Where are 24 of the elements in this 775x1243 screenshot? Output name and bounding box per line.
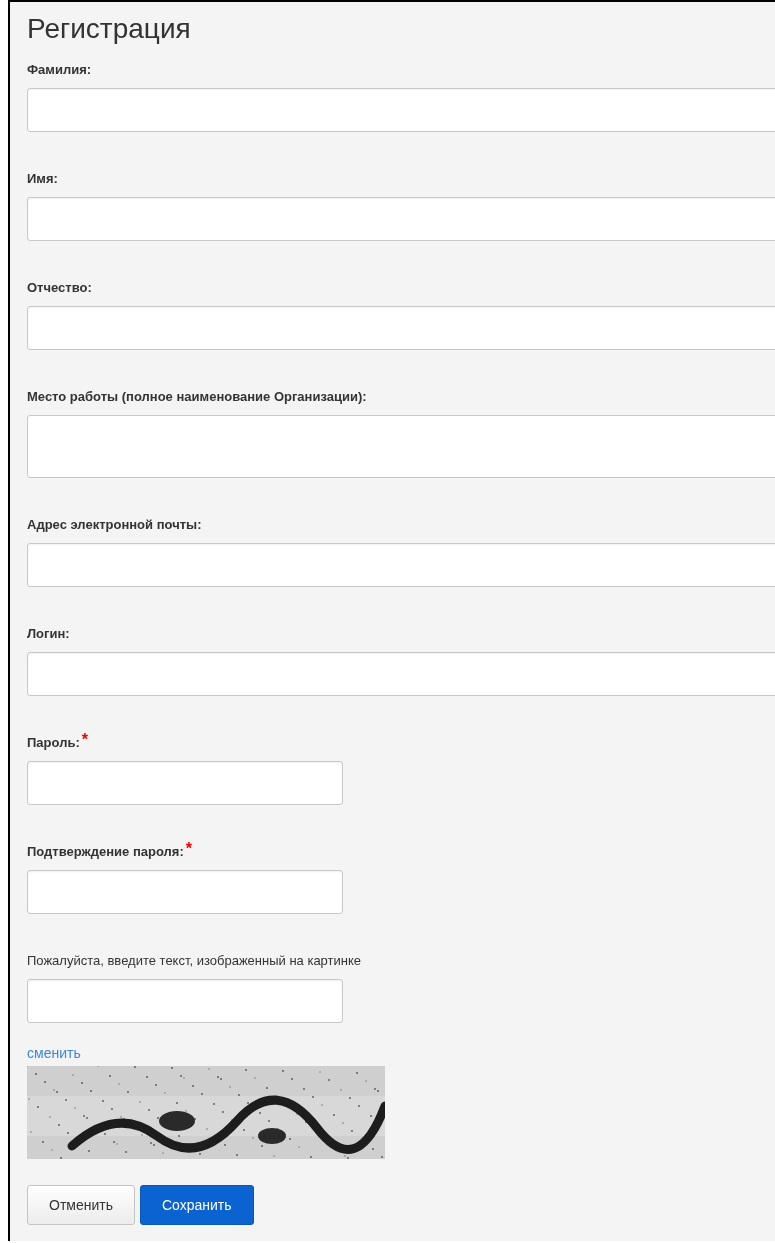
input-field[interactable] [27, 979, 343, 1023]
input-field[interactable] [27, 306, 775, 350]
page-title: Регистрация [27, 12, 192, 46]
field-label: Фамилия: [27, 61, 92, 79]
required-mark: * [81, 734, 88, 746]
field-label: Подтверждение пароля: [27, 843, 184, 861]
input-field[interactable] [27, 197, 775, 241]
input-field[interactable] [27, 543, 775, 587]
field-label: Место работы (полное наименование Организации): [27, 388, 367, 406]
captcha-prompt: Пожалуйста, введите текст, изображенный на картинке [27, 952, 362, 970]
input-field[interactable] [27, 88, 775, 132]
input-field[interactable] [27, 415, 775, 478]
input-field[interactable] [27, 652, 775, 696]
cancel-button[interactable]: Отменить [27, 1185, 135, 1225]
change-link[interactable]: сменить [27, 1045, 81, 1061]
field-label: Логин: [27, 625, 70, 643]
field-label: Отчество: [27, 279, 92, 297]
required-mark: * [185, 843, 192, 855]
field-label: Имя: [27, 170, 58, 188]
field-label: Пароль: [27, 734, 80, 752]
save-button[interactable]: Сохранить [140, 1185, 254, 1225]
input-field[interactable] [27, 870, 343, 914]
field-label: Адрес электронной почты: [27, 516, 202, 534]
input-field[interactable] [27, 761, 343, 805]
